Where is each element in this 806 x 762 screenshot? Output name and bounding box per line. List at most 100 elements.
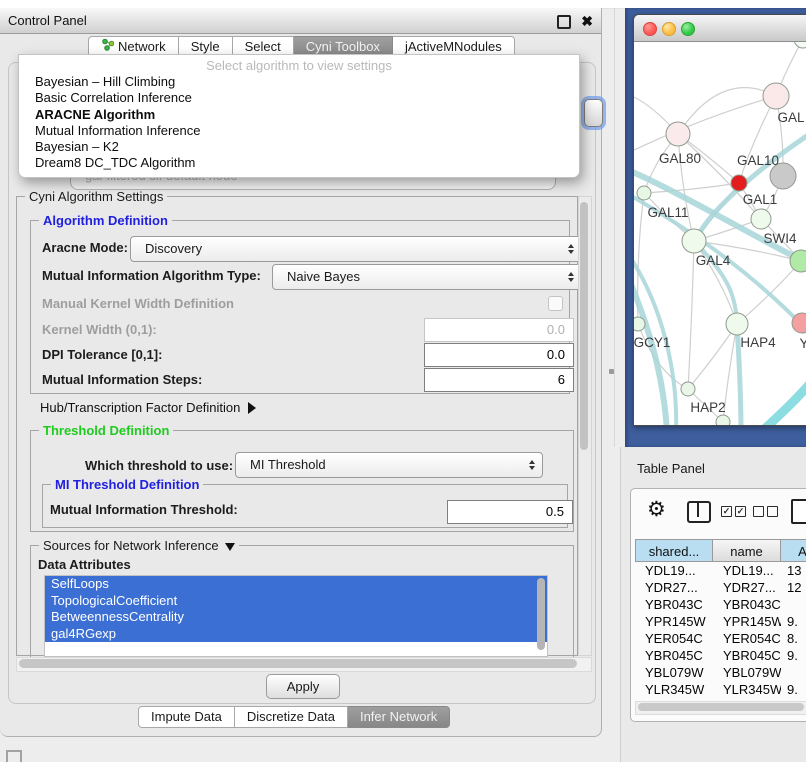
tab-discretize-data[interactable]: Discretize Data bbox=[235, 706, 348, 728]
settings-vertical-scrollbar[interactable] bbox=[578, 196, 592, 656]
tab-label: Impute Data bbox=[151, 706, 222, 728]
algorithm-option[interactable]: Bayesian – Hill Climbing bbox=[19, 74, 579, 90]
algorithm-option[interactable]: Dream8 DC_TDC Algorithm bbox=[19, 155, 579, 171]
network-node-gal1[interactable] bbox=[751, 209, 771, 229]
table-row[interactable]: YBR045CYBR045C9. bbox=[635, 647, 806, 664]
network-edge[interactable] bbox=[761, 372, 806, 425]
network-edge[interactable] bbox=[688, 324, 737, 389]
attributes-scrollbar[interactable] bbox=[536, 578, 546, 652]
table-panel-body: ⚙ ✓ ✓ shared...nameA YDL19...YDL19...13Y… bbox=[630, 488, 806, 722]
table-cell: YDL19... bbox=[635, 562, 713, 579]
deselect-all-checkbox-icon[interactable] bbox=[753, 506, 764, 517]
tab-impute-data[interactable]: Impute Data bbox=[138, 706, 235, 728]
network-node[interactable] bbox=[716, 415, 730, 425]
attribute-item[interactable]: BetweennessCentrality bbox=[45, 609, 547, 626]
network-node-hap2[interactable] bbox=[681, 382, 695, 396]
screen: Control Panel ✖ NetworkStyleSelectCyni T… bbox=[0, 0, 806, 762]
table-row[interactable]: YLR345WYLR345W9. bbox=[635, 681, 806, 698]
settings-hscroll-thumb[interactable] bbox=[19, 659, 577, 668]
node-label: HAP2 bbox=[690, 400, 725, 415]
table-panel-title: Table Panel bbox=[637, 461, 705, 476]
float-icon[interactable] bbox=[557, 15, 571, 29]
mac-close-icon[interactable] bbox=[643, 22, 657, 36]
attributes-scrollbar-thumb[interactable] bbox=[537, 578, 545, 650]
spinner-arrows-icon bbox=[568, 244, 574, 254]
tab-infer-network[interactable]: Infer Network bbox=[348, 706, 450, 728]
attribute-item[interactable]: SelfLoops bbox=[45, 576, 547, 593]
hub-definition-toggle[interactable]: Hub/Transcription Factor Definition bbox=[40, 400, 256, 415]
table-hscroll-thumb[interactable] bbox=[638, 703, 804, 711]
attribute-item[interactable]: TopologicalCoefficient bbox=[45, 593, 547, 610]
which-threshold-value: MI Threshold bbox=[250, 457, 326, 472]
network-node[interactable] bbox=[794, 42, 806, 48]
mac-minimize-icon[interactable] bbox=[662, 22, 676, 36]
table-horizontal-scrollbar[interactable] bbox=[635, 701, 806, 715]
sources-group-title[interactable]: Sources for Network Inference bbox=[39, 538, 239, 553]
table-toolbar: ⚙ ✓ ✓ bbox=[631, 489, 806, 533]
spinner-arrows-icon bbox=[529, 460, 535, 470]
table-cell: 9. bbox=[781, 613, 806, 630]
export-table-icon[interactable] bbox=[791, 499, 806, 524]
network-node-gal11[interactable] bbox=[637, 186, 651, 200]
splitter-handle[interactable] bbox=[609, 369, 614, 374]
table-row[interactable]: YER054CYER054C8. bbox=[635, 630, 806, 647]
column-layout-icon[interactable] bbox=[687, 501, 711, 523]
settings-horizontal-scrollbar[interactable] bbox=[16, 657, 592, 672]
minimized-panel-icon[interactable] bbox=[6, 750, 22, 762]
algorithm-option[interactable]: ARACNE Algorithm bbox=[19, 107, 579, 123]
settings-vscroll-thumb[interactable] bbox=[580, 202, 588, 450]
table-cell: YDR27... bbox=[635, 579, 713, 596]
data-attributes-list[interactable]: SelfLoopsTopologicalCoefficientBetweenne… bbox=[44, 575, 548, 657]
network-node-hap4[interactable] bbox=[726, 313, 748, 335]
table-cell: 8. bbox=[781, 630, 806, 647]
select-all-checkbox-icon[interactable]: ✓ bbox=[735, 506, 746, 517]
network-node[interactable] bbox=[731, 175, 747, 191]
select-all-checkbox-icon[interactable]: ✓ bbox=[721, 506, 732, 517]
manual-kernel-checkbox[interactable] bbox=[548, 296, 563, 311]
table-cell: 9. bbox=[781, 647, 806, 664]
mi-steps-label: Mutual Information Steps: bbox=[42, 372, 202, 387]
mac-zoom-icon[interactable] bbox=[681, 22, 695, 36]
mi-threshold-group-title: MI Threshold Definition bbox=[51, 477, 203, 492]
table-row[interactable]: YPR145WYPR145W9. bbox=[635, 613, 806, 630]
control-panel-titlebar: Control Panel ✖ bbox=[0, 8, 601, 34]
threshold-definition-title: Threshold Definition bbox=[39, 423, 173, 438]
expand-right-icon bbox=[248, 402, 256, 414]
node-label: Y bbox=[799, 336, 806, 351]
column-header-name[interactable]: name bbox=[713, 539, 781, 562]
apply-button[interactable]: Apply bbox=[266, 674, 340, 699]
attribute-item[interactable]: gal4RGexp bbox=[45, 626, 547, 643]
table-row[interactable]: YDL19...YDL19...13 bbox=[635, 562, 806, 579]
which-threshold-combo[interactable]: MI Threshold bbox=[235, 452, 543, 478]
network-node-gal[interactable] bbox=[763, 83, 789, 109]
network-node-gal80[interactable] bbox=[666, 122, 690, 146]
aracne-mode-combo[interactable]: Discovery bbox=[130, 236, 582, 262]
mi-type-combo[interactable]: Naive Bayes bbox=[272, 264, 582, 290]
column-header-shared[interactable]: shared... bbox=[635, 539, 713, 562]
network-canvas[interactable]: GALGAL80GAL10GAL1GAL11GAL4SWI4GCY1HAP4YH… bbox=[634, 42, 806, 425]
gear-icon[interactable]: ⚙ bbox=[647, 497, 666, 522]
network-edge[interactable] bbox=[688, 241, 694, 389]
table-row[interactable]: YBR043CYBR043C bbox=[635, 596, 806, 613]
table-cell: 13 bbox=[781, 562, 806, 579]
network-window-titlebar[interactable] bbox=[634, 15, 806, 42]
node-label: HAP4 bbox=[740, 335, 776, 350]
close-icon[interactable]: ✖ bbox=[581, 9, 593, 34]
table-row[interactable]: YBL079WYBL079W bbox=[635, 664, 806, 681]
kernel-width-field[interactable]: 0.0 bbox=[424, 318, 574, 342]
dpi-tolerance-field[interactable]: 0.0 bbox=[424, 343, 574, 367]
algorithm-option[interactable]: Bayesian – K2 bbox=[19, 139, 579, 155]
algorithm-option[interactable]: Basic Correlation Inference bbox=[19, 90, 579, 106]
algorithm-option[interactable]: Mutual Information Inference bbox=[19, 123, 579, 139]
mi-threshold-field[interactable]: 0.5 bbox=[447, 500, 573, 524]
inference-algorithm-combo-fragment[interactable] bbox=[584, 99, 603, 127]
network-node-gal4[interactable] bbox=[682, 229, 706, 253]
table-cell: YDL19... bbox=[713, 562, 781, 579]
tab-label: Infer Network bbox=[360, 706, 437, 728]
network-node-gcy1[interactable] bbox=[634, 317, 645, 331]
table-row[interactable]: YDR27...YDR27...12 bbox=[635, 579, 806, 596]
mi-steps-field[interactable]: 6 bbox=[424, 368, 574, 392]
dpi-tolerance-label: DPI Tolerance [0,1]: bbox=[42, 347, 162, 362]
deselect-all-checkbox-icon[interactable] bbox=[767, 506, 778, 517]
column-header-a[interactable]: A bbox=[781, 539, 806, 562]
